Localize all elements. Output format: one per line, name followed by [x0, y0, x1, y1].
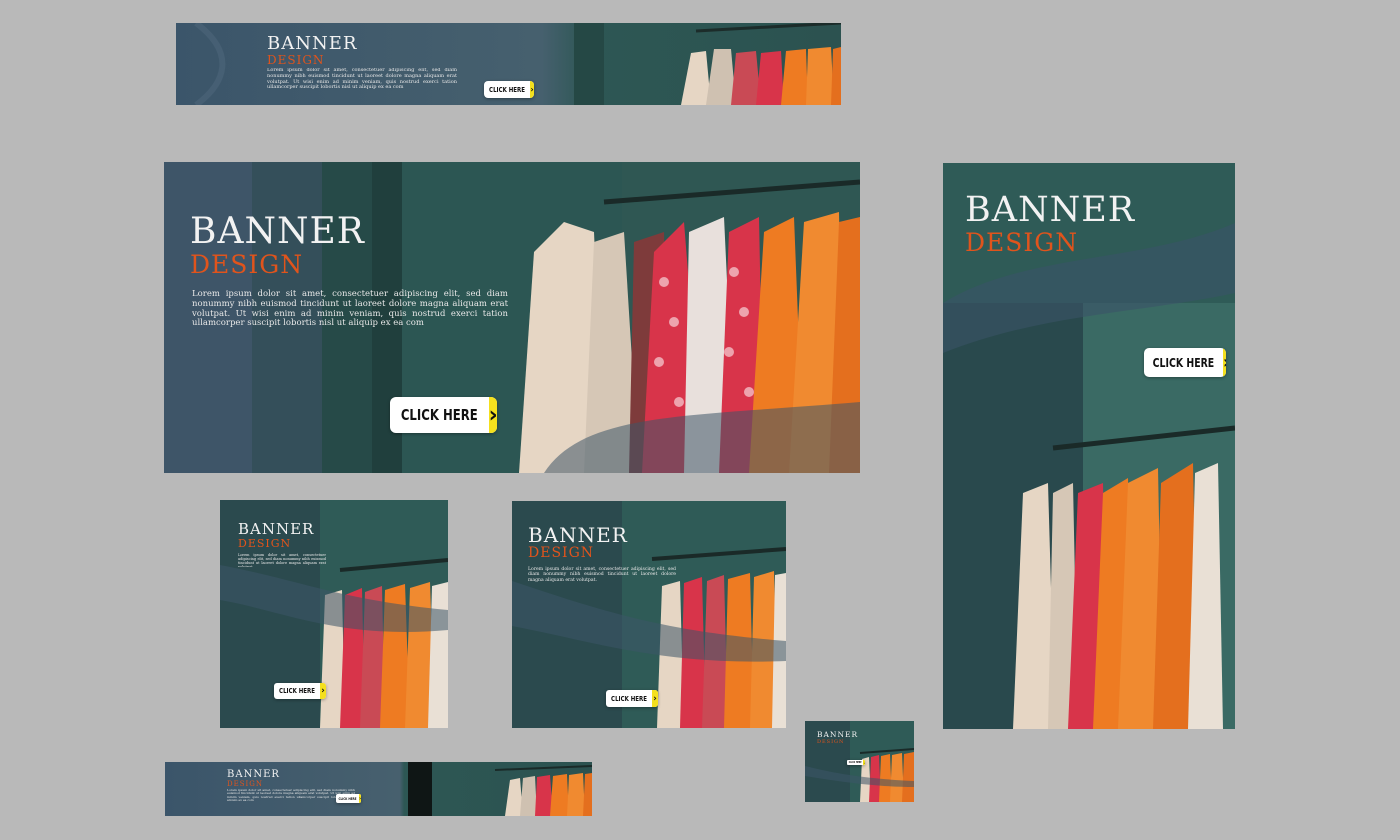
banner-subtitle: DESIGN: [528, 545, 594, 561]
banner-medium-rectangle: BANNER DESIGN Lorem ipsum dolor sit amet…: [512, 501, 786, 728]
banner-large-landscape: BANNER DESIGN Lorem ipsum dolor sit amet…: [164, 162, 860, 473]
banner-title: BANNER: [238, 520, 315, 538]
click-here-label: CLICK HERE: [848, 761, 862, 764]
click-here-label: CLICK HERE: [338, 796, 357, 801]
banner-subtitle: DESIGN: [965, 228, 1079, 257]
click-here-button[interactable]: CLICK HERE ›: [336, 794, 361, 803]
banner-subtitle: DESIGN: [190, 250, 304, 279]
click-here-label: CLICK HERE: [400, 406, 478, 424]
banner-small-square: BANNER DESIGN CLICK HERE ›: [805, 721, 914, 802]
banner-body-text: Lorem ipsum dolor sit amet, consectetuer…: [192, 289, 508, 329]
chevron-right-icon: ›: [359, 794, 361, 803]
banner-subtitle: DESIGN: [227, 780, 263, 788]
banner-square: BANNER DESIGN Lorem ipsum dolor sit amet…: [220, 500, 448, 728]
banner-title: BANNER: [965, 190, 1136, 230]
chevron-right-icon: ›: [320, 683, 326, 699]
click-here-button[interactable]: CLICK HERE ›: [274, 683, 326, 699]
banner-title: BANNER: [528, 523, 628, 547]
chevron-right-icon: ›: [1222, 348, 1226, 377]
banner-skyscraper: BANNER DESIGN CLICK HERE ›: [943, 163, 1235, 729]
click-here-button[interactable]: CLICK HERE ›: [484, 81, 534, 98]
banner-title: BANNER: [227, 769, 280, 780]
click-here-button[interactable]: CLICK HERE ›: [390, 397, 497, 433]
banner-subtitle: DESIGN: [817, 738, 845, 745]
click-here-button[interactable]: CLICK HERE ›: [1144, 348, 1226, 377]
click-here-button[interactable]: CLICK HERE ›: [847, 760, 865, 765]
banner-body-text: Lorem ipsum dolor sit amet, consectetuer…: [238, 553, 326, 567]
click-here-label: CLICK HERE: [1152, 355, 1215, 370]
banner-title: BANNER: [190, 211, 365, 252]
banner-leaderboard: BANNER DESIGN Lorem ipsum dolor sit amet…: [176, 23, 841, 105]
click-here-label: CLICK HERE: [279, 687, 315, 695]
chevron-right-icon: ›: [530, 81, 534, 98]
banner-body-text: Lorem ipsum dolor sit amet, consectetuer…: [267, 68, 457, 91]
banner-bottom-strip: BANNER DESIGN Lorem ipsum dolor sit amet…: [165, 762, 592, 816]
chevron-right-icon: ›: [863, 760, 865, 765]
click-here-button[interactable]: CLICK HERE ›: [606, 690, 658, 707]
banner-title: BANNER: [817, 730, 859, 739]
click-here-label: CLICK HERE: [489, 85, 525, 94]
chevron-right-icon: ›: [488, 397, 497, 433]
banner-subtitle: DESIGN: [267, 53, 325, 67]
banner-body-text: Lorem ipsum dolor sit amet, consectetuer…: [528, 567, 676, 583]
banner-subtitle: DESIGN: [238, 537, 292, 550]
banner-title: BANNER: [267, 33, 358, 54]
chevron-right-icon: ›: [652, 690, 658, 707]
click-here-label: CLICK HERE: [611, 694, 647, 703]
